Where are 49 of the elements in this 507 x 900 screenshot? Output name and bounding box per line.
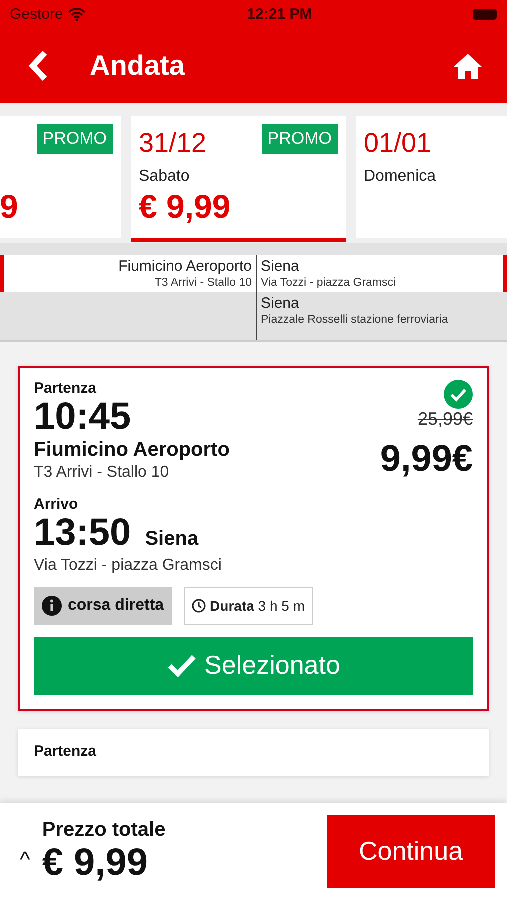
- expand-caret[interactable]: ^: [20, 830, 30, 872]
- date-label: 01/01: [364, 127, 432, 159]
- promo-badge: PROMO: [262, 124, 338, 154]
- battery-icon: [473, 8, 497, 20]
- promo-badge: PROMO: [36, 124, 113, 154]
- departure-label: Partenza: [34, 380, 98, 397]
- date-label: 31/12: [139, 127, 207, 159]
- check-circle-icon: [444, 380, 473, 409]
- old-price: 25,99€: [418, 409, 473, 430]
- destination-name: Siena: [261, 258, 300, 275]
- duration-text: Durata 3 h 5 m: [210, 598, 305, 614]
- page-title: Andata: [90, 50, 186, 82]
- date-card[interactable]: 31/12 PROMO Sabato € 9,99: [131, 116, 346, 242]
- arrival-place: Siena: [145, 528, 199, 551]
- departure-label: Partenza: [34, 742, 97, 760]
- back-icon[interactable]: [28, 50, 50, 82]
- clock-time: 12:21 PM: [247, 6, 312, 22]
- clock-icon: [192, 598, 206, 613]
- wifi-icon: [68, 8, 86, 20]
- trip-card[interactable]: Partenza: [18, 728, 489, 776]
- arrival-stop: Via Tozzi - piazza Gramsci: [34, 556, 223, 575]
- destination-stop: Piazzale Rosselli stazione ferroviaria: [261, 314, 450, 326]
- carrier-label: Gestore: [10, 6, 64, 22]
- route-row[interactable]: Fiumicino Aeroporto T3 Arrivi - Stallo 10 Siena Via Tozzi - piazza Gramsci: [0, 255, 507, 292]
- date-price: € 9,99: [139, 188, 232, 227]
- check-icon: [166, 652, 197, 679]
- route-row[interactable]: Siena Piazzale Rosselli stazione ferroviaria: [0, 292, 507, 340]
- origin-stop: T3 Arrivi - Stallo 10: [154, 277, 252, 289]
- destination-name: Siena: [261, 295, 300, 312]
- date-card[interactable]: 01/01 Domenica: [356, 116, 507, 238]
- trip-card[interactable]: Partenza 10:45 Fiumicino Aeroporto T3 Arrivi - Stallo 10 Arrivo 13:50 Siena Via Tozzi - piazza Gramsci 25,99€ 9,99€ corsa diretta Durata 3 h 5 m Selezionato: [18, 366, 489, 711]
- origin-name: Fiumicino Aeroporto: [118, 258, 252, 275]
- departure-stop: T3 Arrivi - Stallo 10: [34, 464, 170, 482]
- departure-place: Fiumicino Aeroporto: [34, 438, 230, 462]
- departure-time: 10:45: [34, 397, 132, 439]
- total-label: Prezzo totale: [42, 818, 167, 842]
- weekday-label: Domenica: [364, 168, 438, 186]
- date-card[interactable]: PROMO 9: [0, 116, 121, 238]
- home-icon[interactable]: [453, 52, 483, 78]
- destination-stop: Via Tozzi - piazza Gramsci: [261, 277, 398, 289]
- arrival-time: 13:50: [34, 512, 132, 555]
- direct-trip-text: corsa diretta: [68, 596, 164, 615]
- trip-price: 9,99€: [380, 438, 473, 480]
- info-icon: [42, 596, 62, 616]
- total-price: € 9,99: [42, 842, 149, 884]
- date-price: 9: [0, 188, 20, 227]
- continue-button[interactable]: Continua: [327, 815, 495, 888]
- weekday-label: Sabato: [139, 168, 191, 186]
- arrival-label: Arrivo: [34, 496, 80, 513]
